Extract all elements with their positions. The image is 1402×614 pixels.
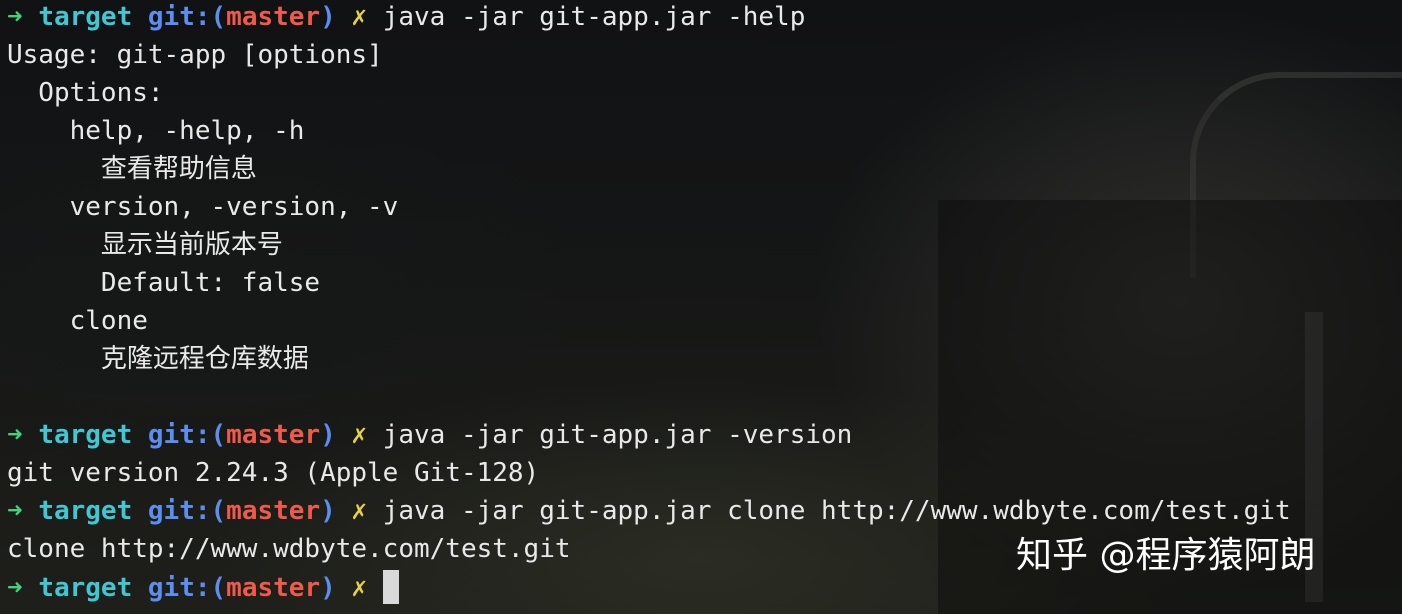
output-line: Usage: git-app [options]: [7, 40, 383, 70]
prompt-git-suffix: ): [320, 2, 336, 32]
dirty-mark-icon: ✗: [351, 573, 368, 603]
output-line: clone: [7, 306, 148, 336]
output-line: Default: false: [7, 268, 321, 298]
text-cursor[interactable]: [382, 570, 399, 604]
command-text: java -jar git-app.jar -help: [382, 2, 806, 32]
dirty-mark-icon: ✗: [351, 420, 368, 450]
prompt-git-prefix: git:(: [147, 420, 227, 450]
prompt-line: ➜ target git:(master) ✗ java -jar git-ap…: [7, 0, 1291, 38]
prompt-git-prefix: git:(: [147, 2, 227, 32]
prompt-arrow-icon: ➜: [7, 2, 23, 32]
prompt-branch: master: [226, 496, 321, 526]
prompt-git-prefix: git:(: [147, 573, 227, 603]
prompt-directory: target: [38, 2, 133, 32]
prompt-directory: target: [38, 420, 133, 450]
prompt-directory: target: [38, 573, 133, 603]
prompt-git-suffix: ): [320, 573, 336, 603]
prompt-directory: target: [38, 496, 133, 526]
prompt-git-suffix: ): [320, 420, 336, 450]
output-line: 克隆远程仓库数据: [7, 344, 309, 374]
output-line: 显示当前版本号: [7, 230, 283, 260]
terminal-output: ➜ target git:(master) ✗ java -jar git-ap…: [7, 0, 1291, 608]
prompt-branch: master: [226, 420, 321, 450]
dirty-mark-icon: ✗: [351, 2, 368, 32]
prompt-git-prefix: git:(: [147, 496, 227, 526]
output-line: git version 2.24.3 (Apple Git-128): [7, 458, 540, 488]
output-line: version, -version, -v: [7, 192, 399, 222]
prompt-git-suffix: ): [320, 496, 336, 526]
output-line: Options:: [7, 78, 164, 108]
prompt-arrow-icon: ➜: [7, 496, 23, 526]
prompt-branch: master: [226, 2, 321, 32]
output-line: help, -help, -h: [7, 116, 305, 146]
prompt-branch: master: [226, 573, 321, 603]
watermark: 知乎 @程序猿阿朗: [1016, 535, 1316, 576]
prompt-arrow-icon: ➜: [7, 420, 23, 450]
dirty-mark-icon: ✗: [351, 496, 368, 526]
terminal-window[interactable]: ➜ target git:(master) ✗ java -jar git-ap…: [0, 0, 1402, 614]
prompt-line: ➜ target git:(master) ✗ java -jar git-ap…: [7, 418, 1291, 456]
output-line: 查看帮助信息: [7, 154, 257, 184]
command-text: java -jar git-app.jar clone http://www.w…: [382, 496, 1291, 526]
command-text: java -jar git-app.jar -version: [382, 420, 853, 450]
prompt-arrow-icon: ➜: [7, 573, 23, 603]
